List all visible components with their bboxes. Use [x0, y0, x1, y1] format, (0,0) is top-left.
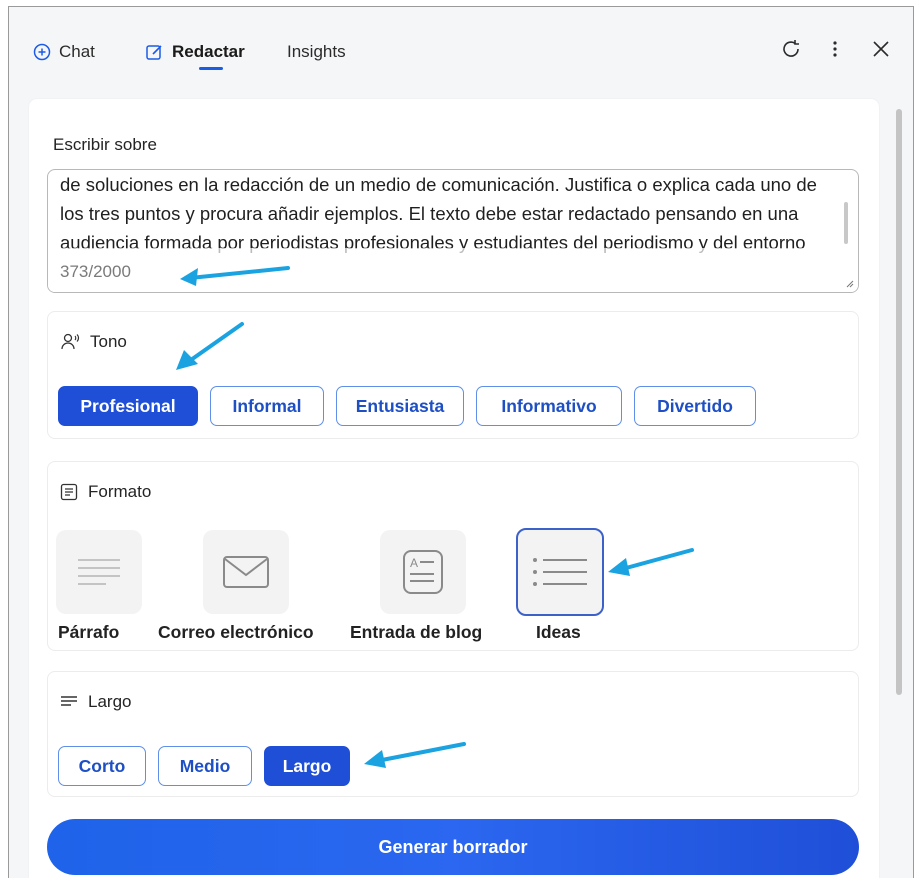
format-label-ideas[interactable]: Ideas: [536, 622, 581, 643]
format-title: Formato: [60, 482, 151, 502]
title-bar: Chat Redactar Insights: [9, 7, 913, 93]
format-tile-ideas[interactable]: [516, 528, 604, 616]
close-button[interactable]: [865, 35, 897, 67]
length-option-corto[interactable]: Corto: [58, 746, 146, 786]
compose-panel: Escribir sobre de soluciones en la redac…: [29, 99, 879, 878]
tab-redactar-label: Redactar: [172, 42, 245, 61]
format-label-parrafo[interactable]: Párrafo: [58, 622, 119, 643]
tone-card: Tono Profesional Informal Entusiasta Inf…: [47, 311, 859, 439]
compose-icon: [145, 43, 164, 62]
bullet-list-icon: [533, 558, 587, 586]
format-tile-blog[interactable]: A: [380, 530, 466, 614]
tone-option-divertido[interactable]: Divertido: [634, 386, 756, 426]
panel-scrollbar-thumb[interactable]: [896, 109, 902, 695]
textarea-scrollbar[interactable]: [844, 202, 848, 244]
tone-voice-icon: [60, 332, 80, 352]
tab-redactar[interactable]: Redactar: [145, 37, 245, 67]
tone-title: Tono: [60, 332, 127, 352]
generate-draft-button[interactable]: Generar borrador: [47, 819, 859, 875]
length-option-medio[interactable]: Medio: [158, 746, 252, 786]
tone-label: Tono: [90, 332, 127, 351]
paragraph-icon: [78, 559, 120, 585]
close-icon: [872, 40, 890, 63]
tab-insights[interactable]: Insights: [287, 37, 346, 67]
resize-grip-icon[interactable]: [844, 278, 854, 288]
tone-option-informativo[interactable]: Informativo: [476, 386, 622, 426]
app-window: Chat Redactar Insights Escribir sobre de…: [8, 6, 914, 878]
write-about-label: Escribir sobre: [53, 135, 157, 154]
format-label-blog[interactable]: Entrada de blog: [350, 622, 482, 643]
tone-option-entusiasta[interactable]: Entusiasta: [336, 386, 464, 426]
blog-post-icon: A: [403, 550, 443, 594]
counter-area: [48, 256, 858, 292]
more-vertical-icon: [832, 39, 838, 64]
refresh-icon: [779, 37, 803, 66]
format-document-icon: [60, 483, 78, 501]
tab-chat-label: Chat: [59, 42, 95, 61]
tone-option-profesional[interactable]: Profesional: [58, 386, 198, 426]
length-option-largo[interactable]: Largo: [264, 746, 350, 786]
length-card: Largo Corto Medio Largo: [47, 671, 859, 797]
length-title: Largo: [60, 692, 131, 712]
format-tile-parrafo[interactable]: [56, 530, 142, 614]
svg-text:A: A: [410, 556, 418, 570]
write-about-textarea[interactable]: de soluciones en la redacción de un medi…: [47, 169, 859, 293]
tab-insights-label: Insights: [287, 42, 346, 61]
chat-plus-icon: [33, 43, 51, 61]
tone-option-informal[interactable]: Informal: [210, 386, 324, 426]
format-card: Formato Párrafo Correo electrónico A Ent…: [47, 461, 859, 651]
character-counter: 373/2000: [60, 262, 131, 281]
format-tile-correo[interactable]: [203, 530, 289, 614]
more-options-button[interactable]: [819, 35, 851, 67]
refresh-button[interactable]: [775, 35, 807, 67]
email-envelope-icon: [223, 556, 269, 588]
active-tab-indicator: [199, 67, 223, 70]
tab-chat[interactable]: Chat: [33, 37, 95, 67]
format-label: Formato: [88, 482, 152, 501]
panel-scrollbar[interactable]: [891, 101, 907, 878]
length-label: Largo: [88, 692, 132, 711]
text-lines-icon: [60, 695, 78, 709]
format-label-correo[interactable]: Correo electrónico: [158, 622, 314, 643]
